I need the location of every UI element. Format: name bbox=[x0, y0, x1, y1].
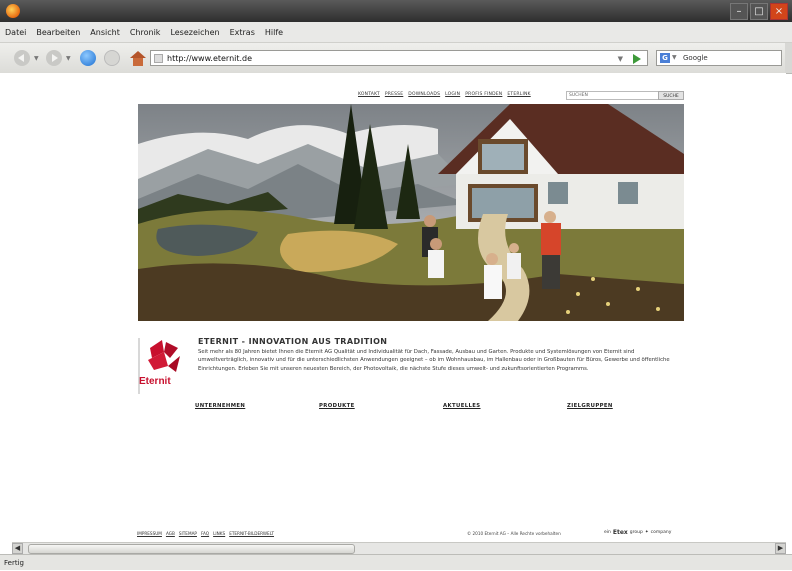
intro-text: Seit mehr als 80 Jahren bietet Ihnen die… bbox=[198, 349, 670, 372]
maximize-icon[interactable]: □ bbox=[750, 3, 768, 20]
site-search-button[interactable]: SUCHE bbox=[658, 91, 684, 100]
page-viewport: KONTAKT PRESSE DOWNLOADS LOGIN PROFIS FI… bbox=[0, 73, 786, 542]
scroll-left-icon[interactable]: ◀ bbox=[12, 543, 23, 554]
url-bar[interactable]: http://www.eternit.de ▼ bbox=[150, 50, 648, 66]
firefox-logo-icon bbox=[6, 4, 20, 18]
status-bar: Fertig bbox=[0, 554, 792, 570]
page-headline: ETERNIT - INNOVATION AUS TRADITION bbox=[198, 337, 388, 346]
browser-search-box[interactable]: G ▼ Google bbox=[656, 50, 782, 66]
menu-hilfe[interactable]: Hilfe bbox=[260, 28, 288, 37]
back-icon[interactable] bbox=[14, 50, 30, 66]
menu-lesezeichen[interactable]: Lesezeichen bbox=[165, 28, 224, 37]
menu-chronik[interactable]: Chronik bbox=[125, 28, 166, 37]
site-search-input[interactable]: SUCHEN bbox=[566, 91, 660, 100]
group-prefix: ein bbox=[604, 530, 611, 535]
footer-agb[interactable]: AGB bbox=[166, 531, 175, 536]
site-search-placeholder: SUCHEN bbox=[569, 93, 588, 98]
nav-presse[interactable]: PRESSE bbox=[385, 92, 403, 97]
scroll-right-icon[interactable]: ▶ bbox=[775, 543, 786, 554]
nav-kontakt[interactable]: KONTAKT bbox=[358, 92, 380, 97]
footer-bilderwelt[interactable]: ETERNIT-BILDERWELT bbox=[229, 531, 274, 536]
menu-bar: Datei Bearbeiten Ansicht Chronik Lesezei… bbox=[0, 22, 792, 43]
go-arrow-icon[interactable] bbox=[633, 54, 641, 64]
menu-ansicht[interactable]: Ansicht bbox=[85, 28, 125, 37]
menu-extras[interactable]: Extras bbox=[225, 28, 260, 37]
category-links: UNTERNEHMEN PRODUKTE AKTUELLES ZIELGRUPP… bbox=[195, 403, 685, 413]
menu-bearbeiten[interactable]: Bearbeiten bbox=[31, 28, 85, 37]
search-placeholder: Google bbox=[683, 54, 708, 62]
etex-star-icon: ✦ bbox=[644, 530, 649, 535]
window-controls: – □ × bbox=[730, 3, 788, 20]
scrollbar-thumb[interactable] bbox=[28, 544, 355, 554]
eternit-logo-text: Eternit bbox=[139, 376, 171, 387]
site-top-nav: KONTAKT PRESSE DOWNLOADS LOGIN PROFIS FI… bbox=[358, 92, 531, 97]
link-aktuelles[interactable]: AKTUELLES bbox=[443, 403, 481, 409]
group-word: group bbox=[629, 530, 643, 535]
etex-group-badge[interactable]: ein Etex group ✦ company bbox=[604, 529, 671, 536]
url-dropdown-icon[interactable]: ▼ bbox=[618, 51, 623, 67]
home-icon[interactable] bbox=[130, 51, 146, 58]
footer-impressum[interactable]: IMPRESSUM bbox=[137, 531, 162, 536]
search-engine-dropdown-icon[interactable]: ▼ bbox=[672, 51, 677, 65]
footer-sitemap[interactable]: SITEMAP bbox=[179, 531, 197, 536]
forward-history-dropdown-icon[interactable]: ▼ bbox=[66, 55, 71, 62]
status-text: Fertig bbox=[4, 559, 24, 567]
reload-icon[interactable] bbox=[80, 50, 96, 66]
footer-links-link[interactable]: LINKS bbox=[213, 531, 225, 536]
hero-image bbox=[138, 104, 684, 321]
etex-brand: Etex bbox=[612, 529, 628, 536]
back-history-dropdown-icon[interactable]: ▼ bbox=[34, 55, 39, 62]
eternit-logo[interactable]: Eternit bbox=[138, 338, 188, 394]
window-titlebar: – □ × bbox=[0, 0, 792, 22]
nav-eterlink[interactable]: ETERLINK bbox=[507, 92, 530, 97]
google-search-engine-icon[interactable]: G bbox=[660, 53, 670, 63]
menu-datei[interactable]: Datei bbox=[0, 28, 31, 37]
toolbar-edge bbox=[785, 43, 792, 73]
navigation-toolbar: ▼ ▼ http://www.eternit.de ▼ G ▼ Google bbox=[0, 43, 792, 74]
footer-faq[interactable]: FAQ bbox=[201, 531, 209, 536]
copyright-text: © 2010 Eternit AG – Alle Rechte vorbehal… bbox=[467, 531, 561, 536]
nav-login[interactable]: LOGIN bbox=[445, 92, 460, 97]
stop-icon[interactable] bbox=[104, 50, 120, 66]
footer-links: IMPRESSUM AGB SITEMAP FAQ LINKS ETERNIT-… bbox=[137, 531, 274, 536]
link-produkte[interactable]: PRODUKTE bbox=[319, 403, 355, 409]
nav-profis-finden[interactable]: PROFIS FINDEN bbox=[465, 92, 502, 97]
hero-landscape-illustration bbox=[138, 104, 684, 321]
close-icon[interactable]: × bbox=[770, 3, 788, 20]
url-text: http://www.eternit.de bbox=[167, 54, 253, 63]
minimize-icon[interactable]: – bbox=[730, 3, 748, 20]
link-unternehmen[interactable]: UNTERNEHMEN bbox=[195, 403, 245, 409]
forward-icon[interactable] bbox=[46, 50, 62, 66]
home-icon-base[interactable] bbox=[133, 58, 143, 66]
group-company: company bbox=[650, 530, 672, 535]
nav-downloads[interactable]: DOWNLOADS bbox=[408, 92, 440, 97]
link-zielgruppen[interactable]: ZIELGRUPPEN bbox=[567, 403, 613, 409]
horizontal-scrollbar[interactable]: ◀ ▶ bbox=[12, 542, 786, 554]
site-favicon-icon bbox=[154, 54, 163, 63]
